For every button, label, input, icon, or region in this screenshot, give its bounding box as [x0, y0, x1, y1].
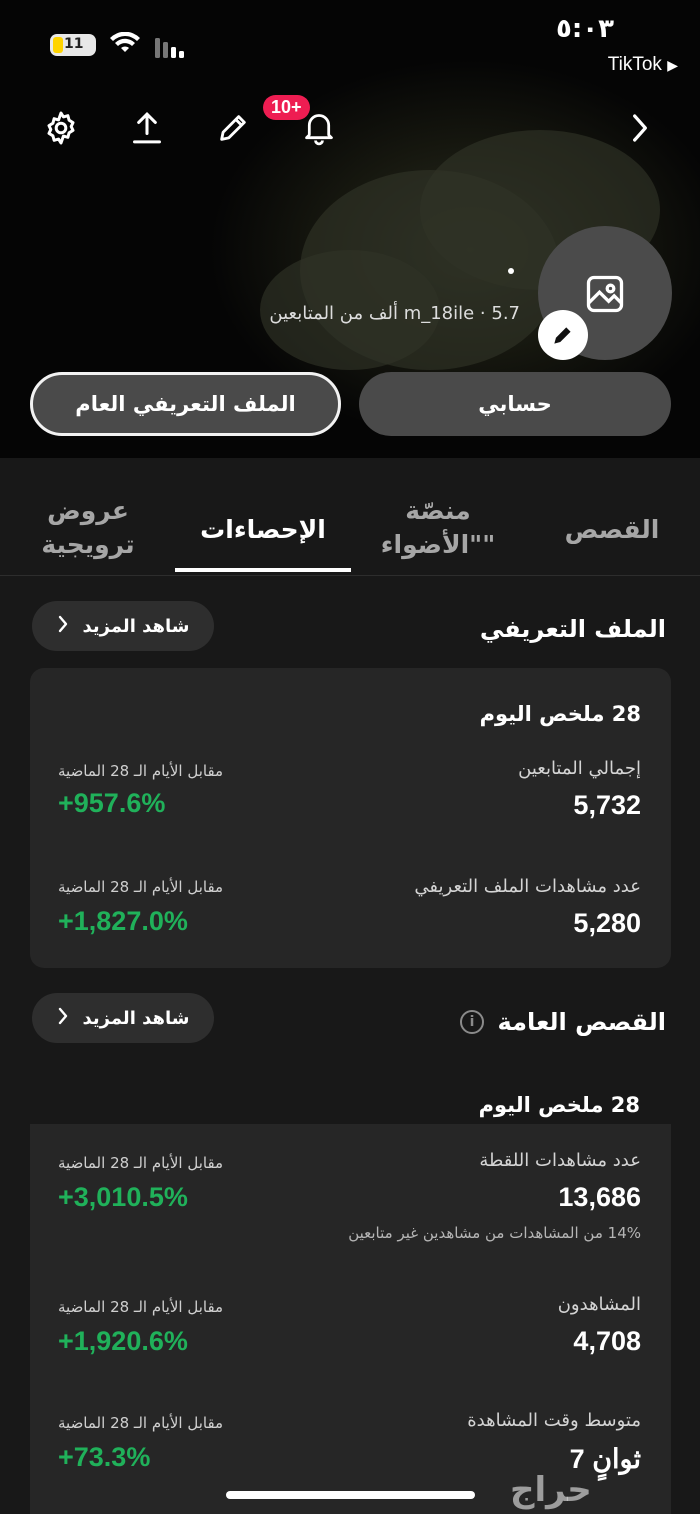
stories-see-more-button[interactable]: شاهد المزيد — [32, 993, 214, 1043]
metric-value: 5,732 — [573, 790, 641, 820]
tab-spotlight[interactable]: منصّة "الأضواء" — [368, 494, 508, 562]
comparison-label: مقابل الأيام الـ 28 الماضية — [58, 1154, 224, 1172]
tab-bar: القصص منصّة "الأضواء" الإحصاءات عروض ترو… — [0, 458, 700, 576]
info-icon[interactable]: i — [460, 1010, 484, 1034]
notification-badge: 10+ — [263, 95, 310, 120]
metric-label: متوسط وقت المشاهدة — [467, 1410, 641, 1431]
public-profile-button[interactable]: الملف التعريفي العام — [30, 372, 341, 436]
summary-heading: 28 ملخص اليوم — [478, 1093, 640, 1117]
profile-section-title: الملف التعريفي — [479, 615, 666, 643]
metric-value: 4,708 — [573, 1326, 641, 1356]
signal-icon — [155, 38, 184, 58]
home-indicator[interactable] — [226, 1491, 475, 1499]
comparison-value: +1,827.0% — [58, 906, 188, 936]
wifi-icon — [110, 32, 140, 52]
active-tab-indicator — [175, 568, 351, 572]
metric-label: عدد مشاهدات الملف التعريفي — [414, 876, 641, 897]
back-app-label: TikTok — [607, 54, 662, 75]
metric-label: عدد مشاهدات اللقطة — [479, 1150, 641, 1171]
see-more-label: شاهد المزيد — [82, 615, 190, 637]
tab-promotions[interactable]: عروض ترويجية — [18, 494, 158, 562]
display-name-dot — [508, 268, 514, 274]
chevron-right-icon[interactable] — [620, 108, 660, 148]
metric-value: 5,280 — [573, 908, 641, 938]
comparison-value: +1,920.6% — [58, 1326, 188, 1356]
stories-summary-card: عدد مشاهدات اللقطة 13,686 14% من المشاهد… — [30, 1124, 671, 1514]
profile-meta: m_18ile · 5.7 ألف من المتابعين — [269, 303, 520, 324]
stories-section-title: القصص العامة — [497, 1008, 666, 1036]
profile-see-more-button[interactable]: شاهد المزيد — [32, 601, 214, 651]
pencil-icon — [554, 327, 571, 344]
comparison-label: مقابل الأيام الـ 28 الماضية — [58, 878, 224, 896]
chevron-left-icon — [57, 615, 69, 638]
back-to-app-link[interactable]: TikTok ▶ — [608, 54, 678, 76]
comparison-value: +3,010.5% — [58, 1182, 188, 1212]
summary-heading: 28 ملخص اليوم — [479, 702, 641, 726]
share-upload-icon[interactable] — [127, 108, 167, 148]
watermark-logo: حراج — [510, 1470, 592, 1510]
metric-value: 13,686 — [558, 1182, 641, 1212]
profile-cover: 11 ٥:٠٣ TikTok ▶ 10+ m_18ile · 5.7 ألف م… — [0, 0, 700, 458]
avatar-edit-button[interactable] — [538, 310, 588, 360]
comparison-label: مقابل الأيام الـ 28 الماضية — [58, 1298, 224, 1316]
comparison-value: +73.3% — [58, 1442, 151, 1472]
see-more-label: شاهد المزيد — [82, 1007, 190, 1029]
my-account-button[interactable]: حسابي — [359, 372, 671, 436]
metric-label: المشاهدون — [557, 1294, 641, 1315]
tab-stories[interactable]: القصص — [552, 513, 672, 547]
battery-icon: 11 — [50, 34, 96, 56]
status-time: ٥:٠٣ — [555, 14, 614, 44]
profile-summary-card: 28 ملخص اليوم إجمالي المتابعين 5,732 مقا… — [30, 668, 671, 968]
metric-label: إجمالي المتابعين — [518, 758, 641, 779]
comparison-label: مقابل الأيام الـ 28 الماضية — [58, 762, 224, 780]
edit-pencil-icon[interactable] — [213, 108, 253, 148]
tab-analytics[interactable]: الإحصاءات — [180, 513, 346, 547]
metric-note: 14% من المشاهدات من مشاهدين غير متابعين — [348, 1224, 641, 1242]
chevron-left-icon — [57, 1007, 69, 1030]
play-triangle-icon: ▶ — [667, 57, 678, 73]
comparison-label: مقابل الأيام الـ 28 الماضية — [58, 1414, 224, 1432]
comparison-value: +957.6% — [58, 788, 166, 818]
image-placeholder-icon — [586, 275, 624, 313]
settings-gear-icon[interactable] — [41, 108, 81, 148]
